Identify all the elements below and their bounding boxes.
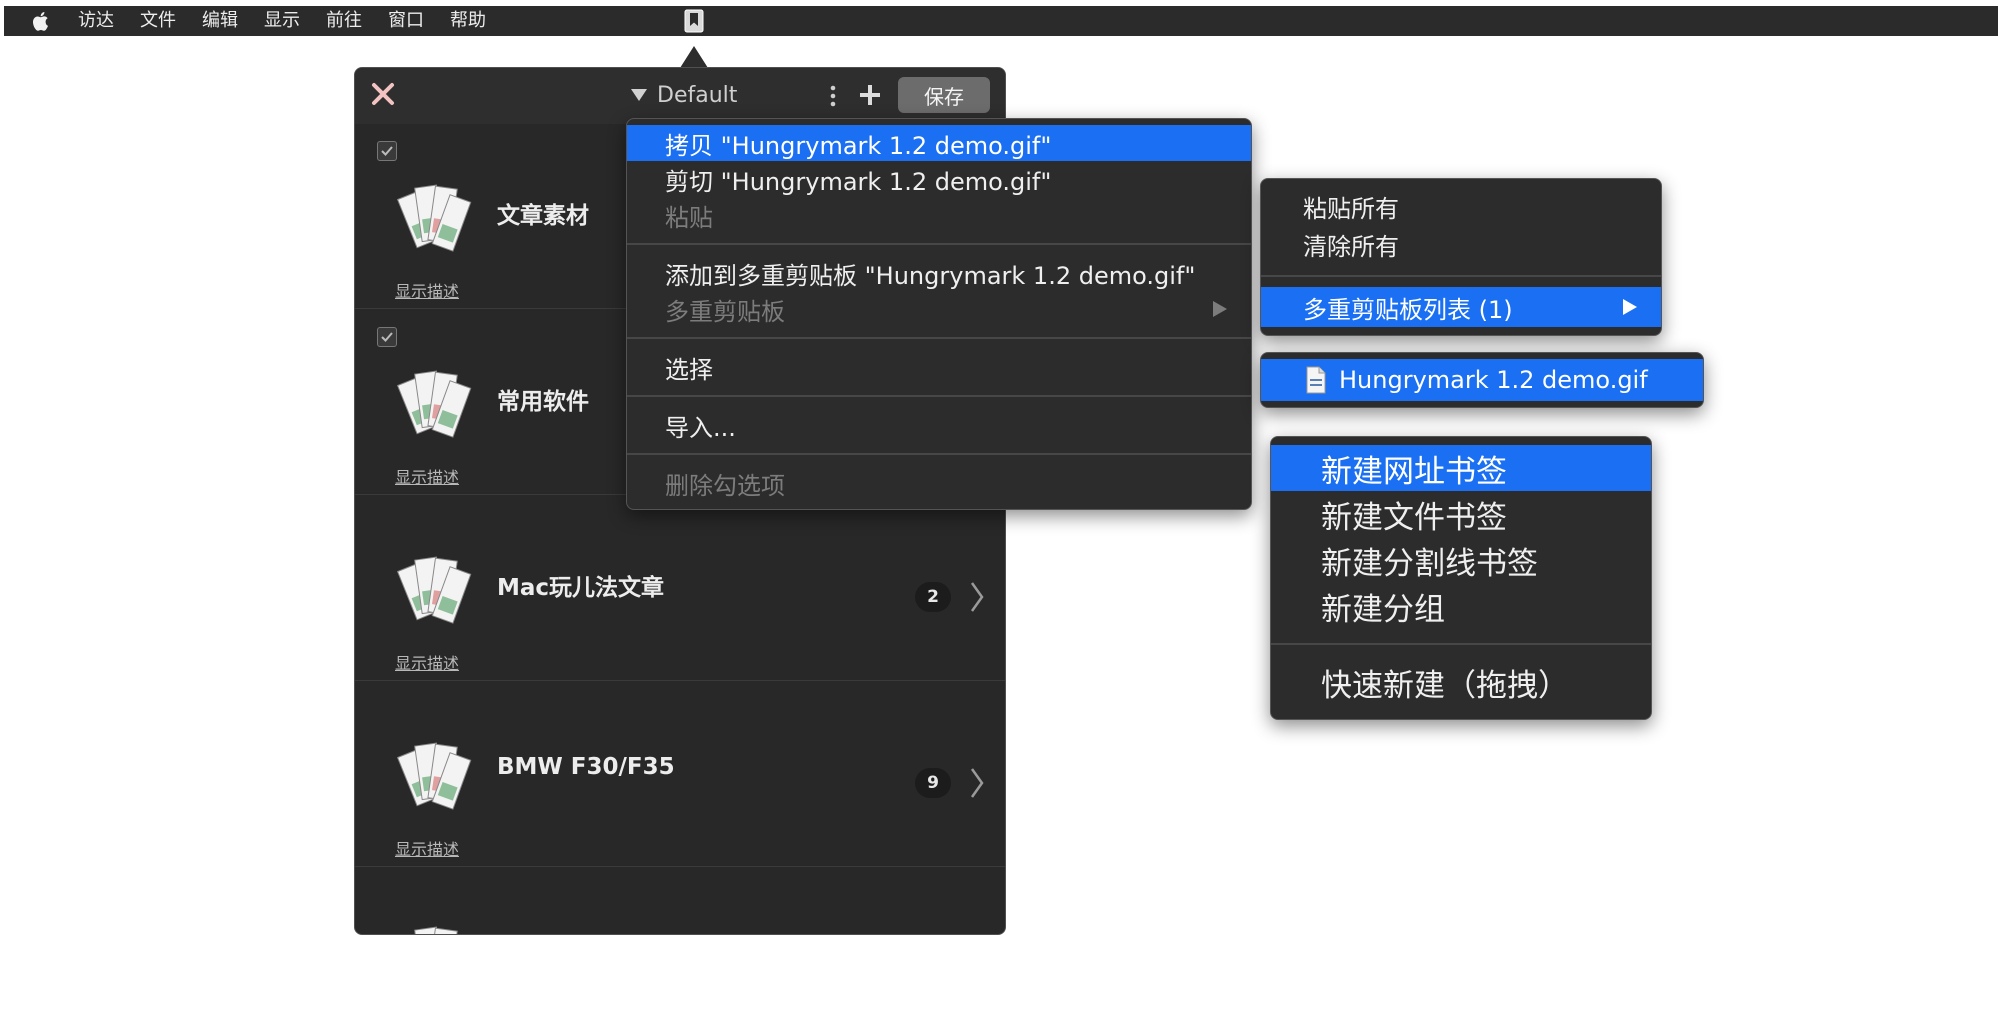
menu-item-new-separator-bookmark[interactable]: 新建分割线书签 bbox=[1271, 537, 1651, 583]
clipboard-file-menu: Hungrymark 1.2 demo.gif bbox=[1260, 352, 1704, 408]
menu-edit[interactable]: 编辑 bbox=[202, 6, 238, 36]
menu-item-label: 拷贝 "Hungrymark 1.2 demo.gif" bbox=[665, 131, 1052, 160]
menu-separator bbox=[627, 243, 1251, 245]
menu-item-cut[interactable]: 剪切 "Hungrymark 1.2 demo.gif" bbox=[627, 161, 1251, 197]
menu-item-clipboard-list[interactable]: 多重剪贴板列表 (1) bbox=[1261, 287, 1661, 327]
menu-item-delete-checked: 删除勾选项 bbox=[627, 465, 1251, 501]
row-checkbox[interactable] bbox=[377, 327, 397, 347]
menu-item-paste: 粘贴 bbox=[627, 197, 1251, 233]
close-icon[interactable] bbox=[369, 80, 397, 108]
menu-item-label: 添加到多重剪贴板 "Hungrymark 1.2 demo.gif" bbox=[665, 261, 1196, 290]
show-description-link[interactable]: 显示描述 bbox=[395, 650, 459, 674]
triangle-down-icon bbox=[631, 89, 647, 101]
bookmark-group-icon bbox=[389, 550, 475, 630]
menu-item-label: Hungrymark 1.2 demo.gif bbox=[1339, 366, 1648, 394]
apple-icon[interactable] bbox=[32, 10, 52, 32]
submenu-arrow-icon bbox=[1213, 301, 1227, 317]
menu-item-label: 新建文件书签 bbox=[1321, 499, 1507, 536]
menu-item-select[interactable]: 选择 bbox=[627, 349, 1251, 385]
bookmark-group-icon bbox=[389, 364, 475, 444]
menu-item-quick-new[interactable]: 快速新建（拖拽） bbox=[1271, 657, 1651, 707]
group-name: Default bbox=[657, 82, 738, 108]
menu-item-label: 新建网址书签 bbox=[1321, 453, 1507, 490]
menu-item-multi-clipboard[interactable]: 多重剪贴板 bbox=[627, 291, 1251, 327]
menu-item-label: 粘贴 bbox=[665, 203, 713, 232]
group-row[interactable]: BMW F30/F35 9 显示描述 bbox=[355, 682, 1005, 867]
clipboard-submenu: 粘贴所有 清除所有 多重剪贴板列表 (1) bbox=[1260, 178, 1662, 336]
menu-file[interactable]: 文件 bbox=[140, 6, 176, 36]
menu-help[interactable]: 帮助 bbox=[450, 6, 486, 36]
popover-arrow bbox=[680, 46, 708, 68]
document-icon bbox=[1305, 366, 1327, 394]
bookmark-group-icon bbox=[389, 920, 475, 934]
bookmark-status-icon[interactable] bbox=[684, 9, 704, 33]
menu-window[interactable]: 窗口 bbox=[388, 6, 424, 36]
menu-item-new-url-bookmark[interactable]: 新建网址书签 bbox=[1271, 445, 1651, 491]
menu-item-label: 剪切 "Hungrymark 1.2 demo.gif" bbox=[665, 167, 1052, 196]
menu-item-label: 删除勾选项 bbox=[665, 471, 785, 500]
chevron-right-icon[interactable] bbox=[969, 580, 985, 614]
save-button[interactable]: 保存 bbox=[898, 77, 990, 113]
row-checkbox[interactable] bbox=[377, 141, 397, 161]
menu-item-label: 多重剪贴板列表 (1) bbox=[1303, 295, 1513, 324]
menu-item-label: 快速新建（拖拽） bbox=[1321, 667, 1569, 704]
menu-finder[interactable]: 访达 bbox=[78, 6, 114, 36]
show-description-link[interactable]: 显示描述 bbox=[395, 278, 459, 302]
menu-separator bbox=[627, 453, 1251, 455]
menu-item-new-group[interactable]: 新建分组 bbox=[1271, 583, 1651, 629]
menu-view[interactable]: 显示 bbox=[264, 6, 300, 36]
group-title: BMW F30/F35 bbox=[497, 754, 675, 780]
context-menu: 拷贝 "Hungrymark 1.2 demo.gif" 剪切 "Hungrym… bbox=[626, 118, 1252, 510]
group-row[interactable]: Mac玩儿法文章 2 显示描述 bbox=[355, 496, 1005, 681]
menu-item-clipboard-file[interactable]: Hungrymark 1.2 demo.gif bbox=[1261, 359, 1703, 401]
menu-separator bbox=[1261, 275, 1661, 277]
panel-header: Default 保存 bbox=[355, 68, 1005, 124]
group-title: 常用软件 bbox=[497, 389, 589, 415]
menu-item-label: 导入... bbox=[665, 413, 736, 442]
menu-item-label: 多重剪贴板 bbox=[665, 297, 785, 326]
menu-separator bbox=[627, 337, 1251, 339]
menu-go[interactable]: 前往 bbox=[326, 6, 362, 36]
chevron-right-icon[interactable] bbox=[969, 766, 985, 800]
menu-item-clear-all[interactable]: 清除所有 bbox=[1261, 225, 1661, 263]
group-title: Mac玩儿法文章 bbox=[497, 575, 665, 601]
menu-item-paste-all[interactable]: 粘贴所有 bbox=[1261, 187, 1661, 225]
plus-icon[interactable] bbox=[857, 82, 883, 108]
menu-item-add-to-clipboard[interactable]: 添加到多重剪贴板 "Hungrymark 1.2 demo.gif" bbox=[627, 255, 1251, 291]
menu-item-label: 新建分组 bbox=[1321, 591, 1445, 628]
menu-separator bbox=[1271, 643, 1651, 645]
menu-item-new-file-bookmark[interactable]: 新建文件书签 bbox=[1271, 491, 1651, 537]
group-selector[interactable]: Default bbox=[631, 80, 737, 110]
menu-item-label: 粘贴所有 bbox=[1303, 194, 1399, 223]
more-vertical-icon[interactable] bbox=[827, 84, 839, 108]
count-badge: 9 bbox=[915, 768, 951, 798]
menu-bar: 访达 文件 编辑 显示 前往 窗口 帮助 bbox=[4, 6, 1998, 36]
menu-item-label: 新建分割线书签 bbox=[1321, 545, 1538, 582]
bookmark-group-icon bbox=[389, 178, 475, 258]
menu-item-label: 清除所有 bbox=[1303, 232, 1399, 261]
group-row-partial[interactable] bbox=[355, 868, 1005, 934]
show-description-link[interactable]: 显示描述 bbox=[395, 836, 459, 860]
menu-item-import[interactable]: 导入... bbox=[627, 407, 1251, 443]
menu-item-label: 选择 bbox=[665, 355, 713, 384]
group-title: 文章素材 bbox=[497, 203, 589, 229]
bookmark-group-icon bbox=[389, 736, 475, 816]
show-description-link[interactable]: 显示描述 bbox=[395, 464, 459, 488]
menu-separator bbox=[627, 395, 1251, 397]
new-bookmark-menu: 新建网址书签 新建文件书签 新建分割线书签 新建分组 快速新建（拖拽） bbox=[1270, 436, 1652, 720]
menu-item-copy[interactable]: 拷贝 "Hungrymark 1.2 demo.gif" bbox=[627, 125, 1251, 161]
submenu-arrow-icon bbox=[1623, 299, 1637, 315]
count-badge: 2 bbox=[915, 582, 951, 612]
